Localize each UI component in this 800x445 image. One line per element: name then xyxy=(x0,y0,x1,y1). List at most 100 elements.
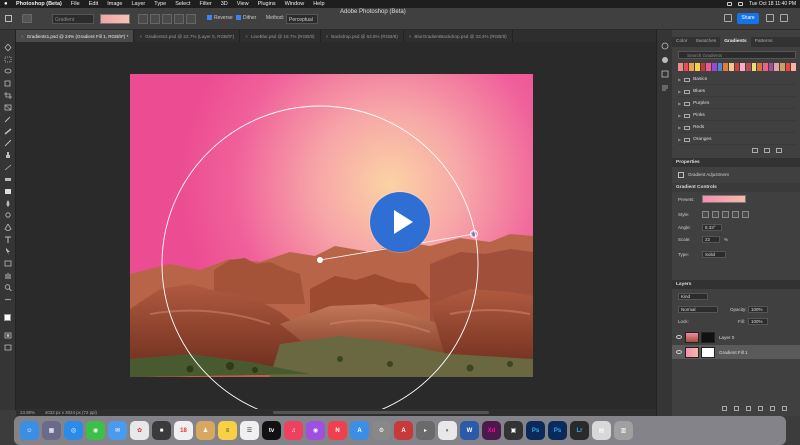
gradient-tool-preset-icon[interactable] xyxy=(22,14,32,23)
screen-mode-icon[interactable] xyxy=(4,344,12,351)
gradient-swatch[interactable] xyxy=(689,63,695,71)
frame-tool-icon[interactable] xyxy=(4,104,12,111)
close-icon[interactable]: × xyxy=(409,34,412,39)
gradient-swatch[interactable] xyxy=(757,63,763,71)
gradient-tool-icon[interactable] xyxy=(4,188,12,195)
healing-brush-tool-icon[interactable] xyxy=(4,128,12,135)
search-gradients-input[interactable]: Search Gradients xyxy=(678,51,796,59)
gradient-folder-reds[interactable]: ▶ Reds xyxy=(678,123,796,133)
finder-window-icon[interactable]: ▣ xyxy=(504,421,523,440)
reverse-checkbox[interactable] xyxy=(207,15,212,20)
gradient-swatch[interactable] xyxy=(723,63,729,71)
photos-icon[interactable]: ✿ xyxy=(130,421,149,440)
history-panel-icon[interactable] xyxy=(661,42,669,50)
menu-view[interactable]: View xyxy=(237,1,249,7)
document-tab[interactable]: × Gradients2.psd @ 22.7% (Layer 0, RGB/8*… xyxy=(134,30,241,42)
trash-icon[interactable]: ▥ xyxy=(614,421,633,440)
linear-gradient-button[interactable] xyxy=(138,14,148,24)
gradient-swatch[interactable] xyxy=(695,63,700,71)
gradient-controls-header[interactable]: Gradient Controls xyxy=(672,183,800,192)
gradient-swatch[interactable] xyxy=(780,63,785,71)
gradient-swatch[interactable] xyxy=(700,63,706,71)
path-selection-tool-icon[interactable] xyxy=(4,248,12,255)
menubar-clock[interactable]: Tue Oct 18 11:40 PM xyxy=(749,1,796,7)
eye-icon[interactable] xyxy=(676,335,682,339)
music-icon[interactable]: ♫ xyxy=(284,421,303,440)
gradient-folder-basics[interactable]: ▶ Basics xyxy=(678,75,796,85)
safari-icon[interactable]: ◎ xyxy=(64,421,83,440)
dither-checkbox[interactable] xyxy=(236,15,241,20)
quick-mask-icon[interactable] xyxy=(4,332,12,339)
chevron-right-icon[interactable]: ▶ xyxy=(678,125,681,130)
menu-select[interactable]: Select xyxy=(175,1,190,7)
menu-window[interactable]: Window xyxy=(285,1,305,7)
menu-image[interactable]: Image xyxy=(107,1,122,7)
tab-patterns[interactable]: Patterns xyxy=(751,37,777,47)
move-tool-icon[interactable] xyxy=(4,44,12,51)
opacity-input[interactable]: 100% xyxy=(748,306,768,313)
document-tab[interactable]: × BlurGradientBackdrop.psd @ 33.3% (RGB/8… xyxy=(404,30,513,42)
preview-icon[interactable]: ◐ xyxy=(438,421,457,440)
eraser-tool-icon[interactable] xyxy=(4,176,12,183)
acrobat-icon[interactable]: A xyxy=(394,421,413,440)
angle-input[interactable]: 8.33° xyxy=(702,224,722,231)
diamond-gradient-button[interactable] xyxy=(186,14,196,24)
gradient-swatch[interactable] xyxy=(678,63,683,71)
new-layer-icon[interactable] xyxy=(770,406,775,411)
foreground-color-swatch[interactable] xyxy=(4,314,11,321)
gradient-folder-blues[interactable]: ▶ Blues xyxy=(678,87,796,97)
style-angle-button[interactable] xyxy=(722,211,729,218)
close-icon[interactable]: × xyxy=(21,34,24,39)
trash-icon[interactable] xyxy=(776,148,782,153)
panel-toggle-icon[interactable] xyxy=(780,14,788,22)
menu-type[interactable]: Type xyxy=(154,1,166,7)
menu-layer[interactable]: Layer xyxy=(132,1,146,7)
marquee-tool-icon[interactable] xyxy=(4,56,12,63)
gradient-radius-circle[interactable] xyxy=(16,42,656,409)
close-icon[interactable]: × xyxy=(245,34,248,39)
menu-edit[interactable]: Edit xyxy=(89,1,98,7)
close-icon[interactable]: × xyxy=(139,34,142,39)
news-icon[interactable]: N xyxy=(328,421,347,440)
gradient-swatch[interactable] xyxy=(734,63,740,71)
reminders-icon[interactable]: ☰ xyxy=(240,421,259,440)
crop-tool-icon[interactable] xyxy=(4,92,12,99)
gradient-swatch[interactable] xyxy=(740,63,746,71)
blur-tool-icon[interactable] xyxy=(4,200,12,207)
workspace-icon[interactable] xyxy=(766,14,774,22)
gradient-swatch[interactable] xyxy=(729,63,734,71)
gradient-preset-field[interactable]: Gradient xyxy=(52,14,94,24)
gradient-preview-swatch[interactable] xyxy=(100,14,130,24)
fill-input[interactable]: 100% xyxy=(748,318,768,325)
trash-icon[interactable] xyxy=(782,406,787,411)
terminal-icon[interactable]: ▸ xyxy=(416,421,435,440)
gradient-swatch[interactable] xyxy=(768,63,774,71)
add-mask-icon[interactable] xyxy=(746,406,751,411)
type-tool-icon[interactable] xyxy=(4,236,12,243)
document-tab[interactable]: × Backdrop.psd @ 63.6% (RGB/8) xyxy=(321,30,404,42)
new-folder-icon[interactable] xyxy=(752,148,758,153)
paragraph-panel-icon[interactable] xyxy=(661,84,669,92)
notes-icon[interactable]: ≡ xyxy=(218,421,237,440)
clone-stamp-tool-icon[interactable] xyxy=(4,152,12,159)
link-layers-icon[interactable] xyxy=(722,406,727,411)
facetime-icon[interactable]: ■ xyxy=(152,421,171,440)
menu-filter[interactable]: Filter xyxy=(200,1,212,7)
canvas-area[interactable] xyxy=(16,42,656,409)
layer-filter-select[interactable]: Kind xyxy=(678,293,708,300)
xd-icon[interactable]: Xd xyxy=(482,421,501,440)
mail-icon[interactable]: ✉ xyxy=(108,421,127,440)
layer-style-icon[interactable] xyxy=(734,406,739,411)
eye-icon[interactable] xyxy=(676,350,682,354)
layer-name[interactable]: Gradient Fill 1 xyxy=(719,350,748,355)
layer-row[interactable]: Gradient Fill 1 xyxy=(672,345,800,359)
brush-tool-icon[interactable] xyxy=(4,140,12,147)
word-icon[interactable]: W xyxy=(460,421,479,440)
menu-plugins[interactable]: Plugins xyxy=(258,1,276,7)
style-diamond-button[interactable] xyxy=(742,211,749,218)
messages-icon[interactable]: ◉ xyxy=(86,421,105,440)
radial-gradient-button[interactable] xyxy=(150,14,160,24)
style-reflected-button[interactable] xyxy=(732,211,739,218)
chevron-right-icon[interactable]: ▶ xyxy=(678,137,681,142)
history-brush-tool-icon[interactable] xyxy=(4,164,12,171)
